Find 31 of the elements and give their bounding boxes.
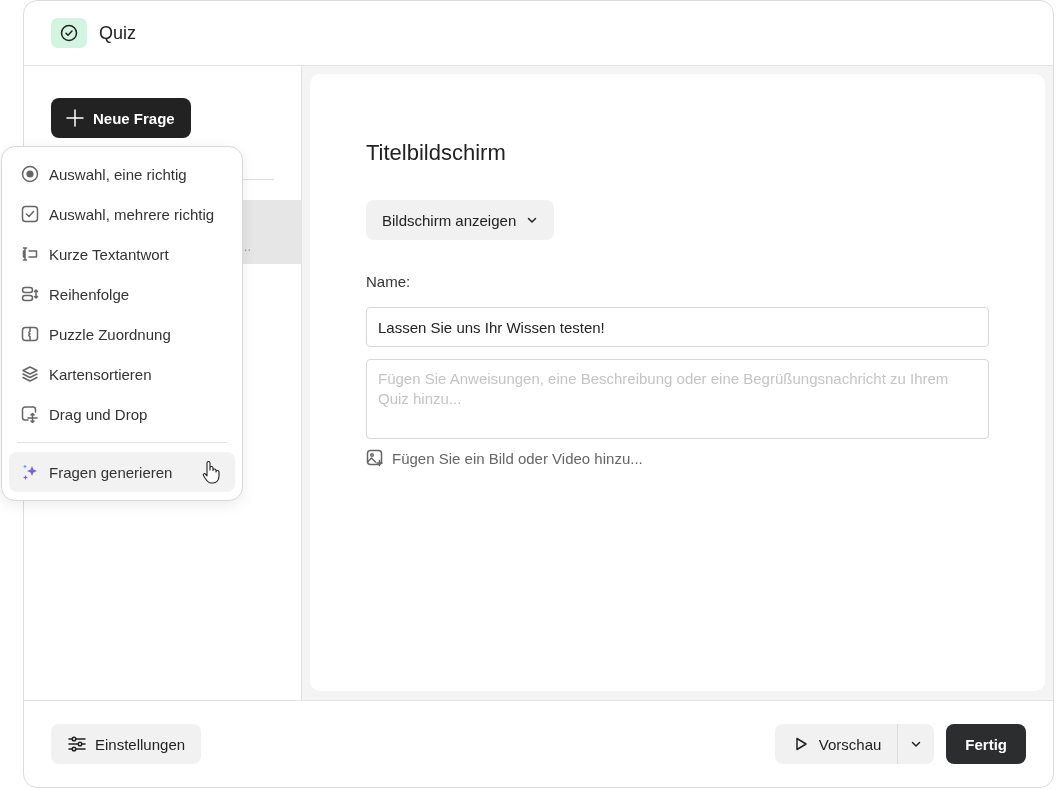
sparkle-icon	[21, 463, 39, 481]
new-question-button[interactable]: Neue Frage	[51, 98, 191, 138]
sliders-icon	[67, 734, 87, 754]
text-cursor-icon	[21, 245, 39, 263]
check-circle-icon	[59, 23, 79, 43]
menu-item[interactable]: Puzzle Zuordnung	[9, 314, 235, 354]
radio-icon	[21, 165, 39, 183]
menu-item[interactable]: Drag und Drop	[9, 394, 235, 434]
menu-item[interactable]: Auswahl, mehrere richtig	[9, 194, 235, 234]
menu-item[interactable]: Reihenfolge	[9, 274, 235, 314]
menu-item[interactable]: Auswahl, eine richtig	[9, 154, 235, 194]
description-field[interactable]: Fügen Sie Anweisungen, eine Beschreibung oder eine Begrüßungsnachricht zu Ihrem Quiz hinzu...	[366, 359, 989, 439]
image-add-icon	[366, 449, 384, 467]
plus-icon	[65, 108, 85, 128]
checkbox-icon	[21, 205, 39, 223]
puzzle-icon	[21, 325, 39, 343]
name-label: Name:	[366, 273, 412, 290]
menu-item[interactable]: Kurze Textantwort	[9, 234, 235, 274]
reorder-icon	[21, 285, 39, 303]
screen-title: Titelbildschirm	[366, 140, 507, 166]
display-dropdown[interactable]: Bildschirm anzeigen	[366, 200, 555, 240]
app-title: Quiz	[99, 22, 136, 44]
settings-button[interactable]: Einstellungen	[51, 724, 202, 764]
menu-item[interactable]: Fragen generieren	[9, 452, 235, 492]
menu-item[interactable]: Kartensortieren	[9, 354, 235, 394]
name-input-field[interactable]: Lassen Sie uns Ihr Wissen testen!	[366, 307, 989, 347]
drag-drop-icon	[21, 405, 39, 423]
add-media-link[interactable]: Fügen Sie ein Bild oder Video hinzu...	[366, 449, 643, 467]
hand-pointer-icon	[202, 460, 220, 484]
done-button[interactable]: Fertig	[946, 724, 1026, 764]
layers-icon	[21, 365, 39, 383]
